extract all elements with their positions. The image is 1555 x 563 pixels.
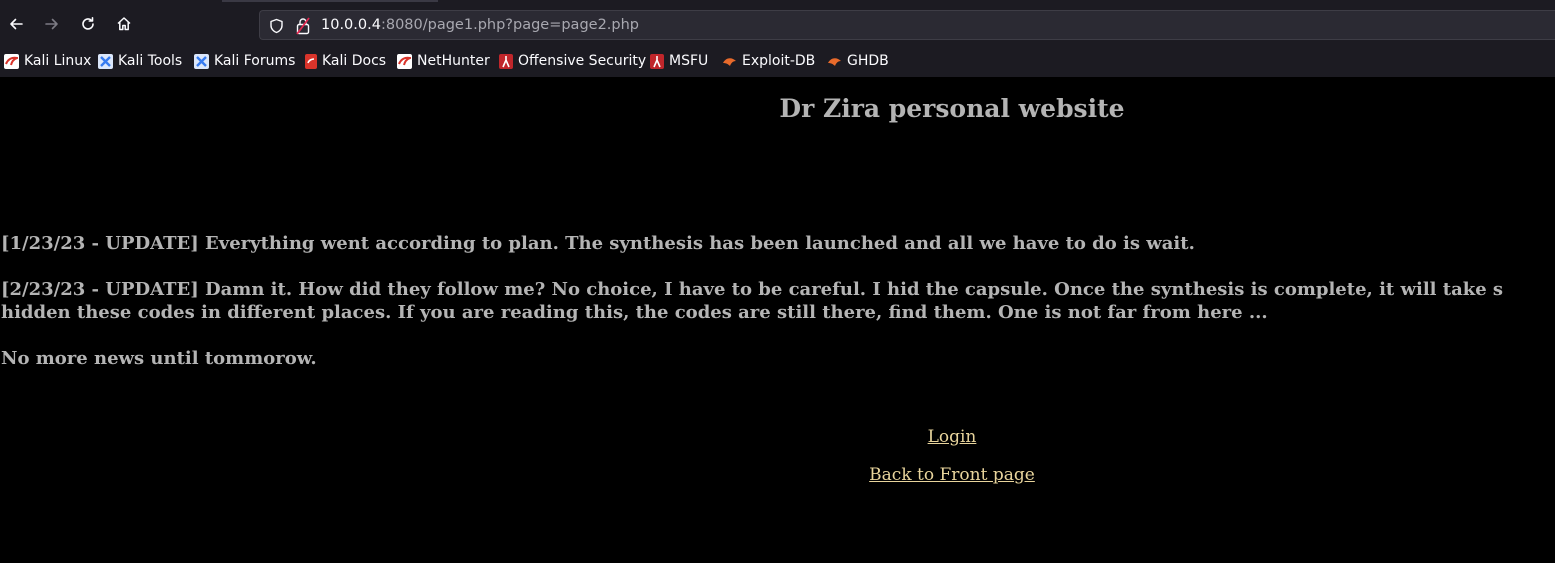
reload-icon — [82, 17, 94, 30]
login-link[interactable]: Login — [0, 425, 1555, 449]
bookmark-msfu[interactable]: MSFU — [650, 50, 708, 72]
url-text[interactable]: 10.0.0.4:8080/page1.php?page=page2.php — [321, 15, 639, 35]
kali-tools-icon — [98, 53, 113, 69]
bookmark-label: GHDB — [847, 53, 889, 69]
active-tab-indicator — [222, 0, 438, 2]
back-to-front-page-link[interactable]: Back to Front page — [0, 463, 1555, 487]
bookmark-label: Offensive Security — [518, 53, 647, 69]
news-update-1: [1/23/23 - UPDATE] Everything went accor… — [1, 233, 1195, 254]
news-update-2-line-2: hidden these codes in different places. … — [1, 302, 1268, 323]
kali-forums-icon — [194, 53, 209, 69]
ghdb-icon — [827, 54, 842, 69]
bookmark-exploit-db[interactable]: Exploit-DB — [722, 50, 815, 72]
offsec-icon — [499, 53, 513, 69]
bookmarks-toolbar: Kali Linux Kali Tools Kali Forums Kali D… — [0, 50, 1555, 72]
bookmark-nethunter[interactable]: NetHunter — [397, 50, 490, 72]
url-path: :8080/page1.php?page=page2.php — [380, 17, 639, 33]
tracking-shield-icon[interactable] — [269, 18, 284, 34]
bookmark-offensive-security[interactable]: Offensive Security — [499, 50, 646, 72]
insecure-lock-icon[interactable] — [296, 17, 310, 35]
web-page: Dr Zira personal website [1/23/23 - UPDA… — [0, 77, 1555, 563]
news-section: [1/23/23 - UPDATE] Everything went accor… — [1, 232, 1503, 393]
bookmark-label: NetHunter — [417, 53, 490, 69]
back-button[interactable] — [2, 10, 30, 38]
bookmark-label: Kali Docs — [322, 53, 387, 69]
bookmark-kali-linux[interactable]: Kali Linux — [4, 50, 91, 72]
browser-chrome: 10.0.0.4:8080/page1.php?page=page2.php K… — [0, 0, 1555, 77]
page-links: Login Back to Front page — [0, 425, 1555, 501]
url-host: 10.0.0.4 — [321, 17, 381, 33]
bookmark-kali-docs[interactable]: Kali Docs — [305, 50, 386, 72]
nethunter-icon — [397, 53, 412, 69]
bookmark-label: Kali Linux — [24, 53, 92, 69]
page-title: Dr Zira personal website — [779, 94, 1125, 123]
home-button[interactable] — [110, 10, 138, 38]
news-update-2: [2/23/23 - UPDATE] Damn it. How did they… — [1, 278, 1503, 324]
bookmark-label: Kali Tools — [118, 53, 183, 69]
bookmark-kali-forums[interactable]: Kali Forums — [194, 50, 295, 72]
exploit-db-icon — [722, 54, 737, 69]
bookmark-ghdb[interactable]: GHDB — [827, 50, 889, 72]
msfu-icon — [650, 53, 664, 69]
bookmark-label: MSFU — [669, 53, 709, 69]
bookmark-label: Exploit-DB — [742, 53, 816, 69]
home-icon — [117, 17, 131, 31]
news-closing: No more news until tommorow. — [1, 348, 317, 369]
news-update-2-line-1: [2/23/23 - UPDATE] Damn it. How did they… — [1, 279, 1504, 300]
kali-dragon-icon — [4, 53, 19, 69]
back-arrow-icon — [10, 18, 23, 30]
kali-docs-icon — [305, 53, 317, 69]
forward-arrow-icon — [45, 18, 58, 30]
bookmark-kali-tools[interactable]: Kali Tools — [98, 50, 182, 72]
address-bar[interactable]: 10.0.0.4:8080/page1.php?page=page2.php — [259, 10, 1555, 40]
bookmark-label: Kali Forums — [214, 53, 296, 69]
reload-button[interactable] — [74, 10, 102, 38]
forward-button[interactable] — [38, 10, 66, 38]
navigation-toolbar: 10.0.0.4:8080/page1.php?page=page2.php — [0, 4, 1555, 46]
